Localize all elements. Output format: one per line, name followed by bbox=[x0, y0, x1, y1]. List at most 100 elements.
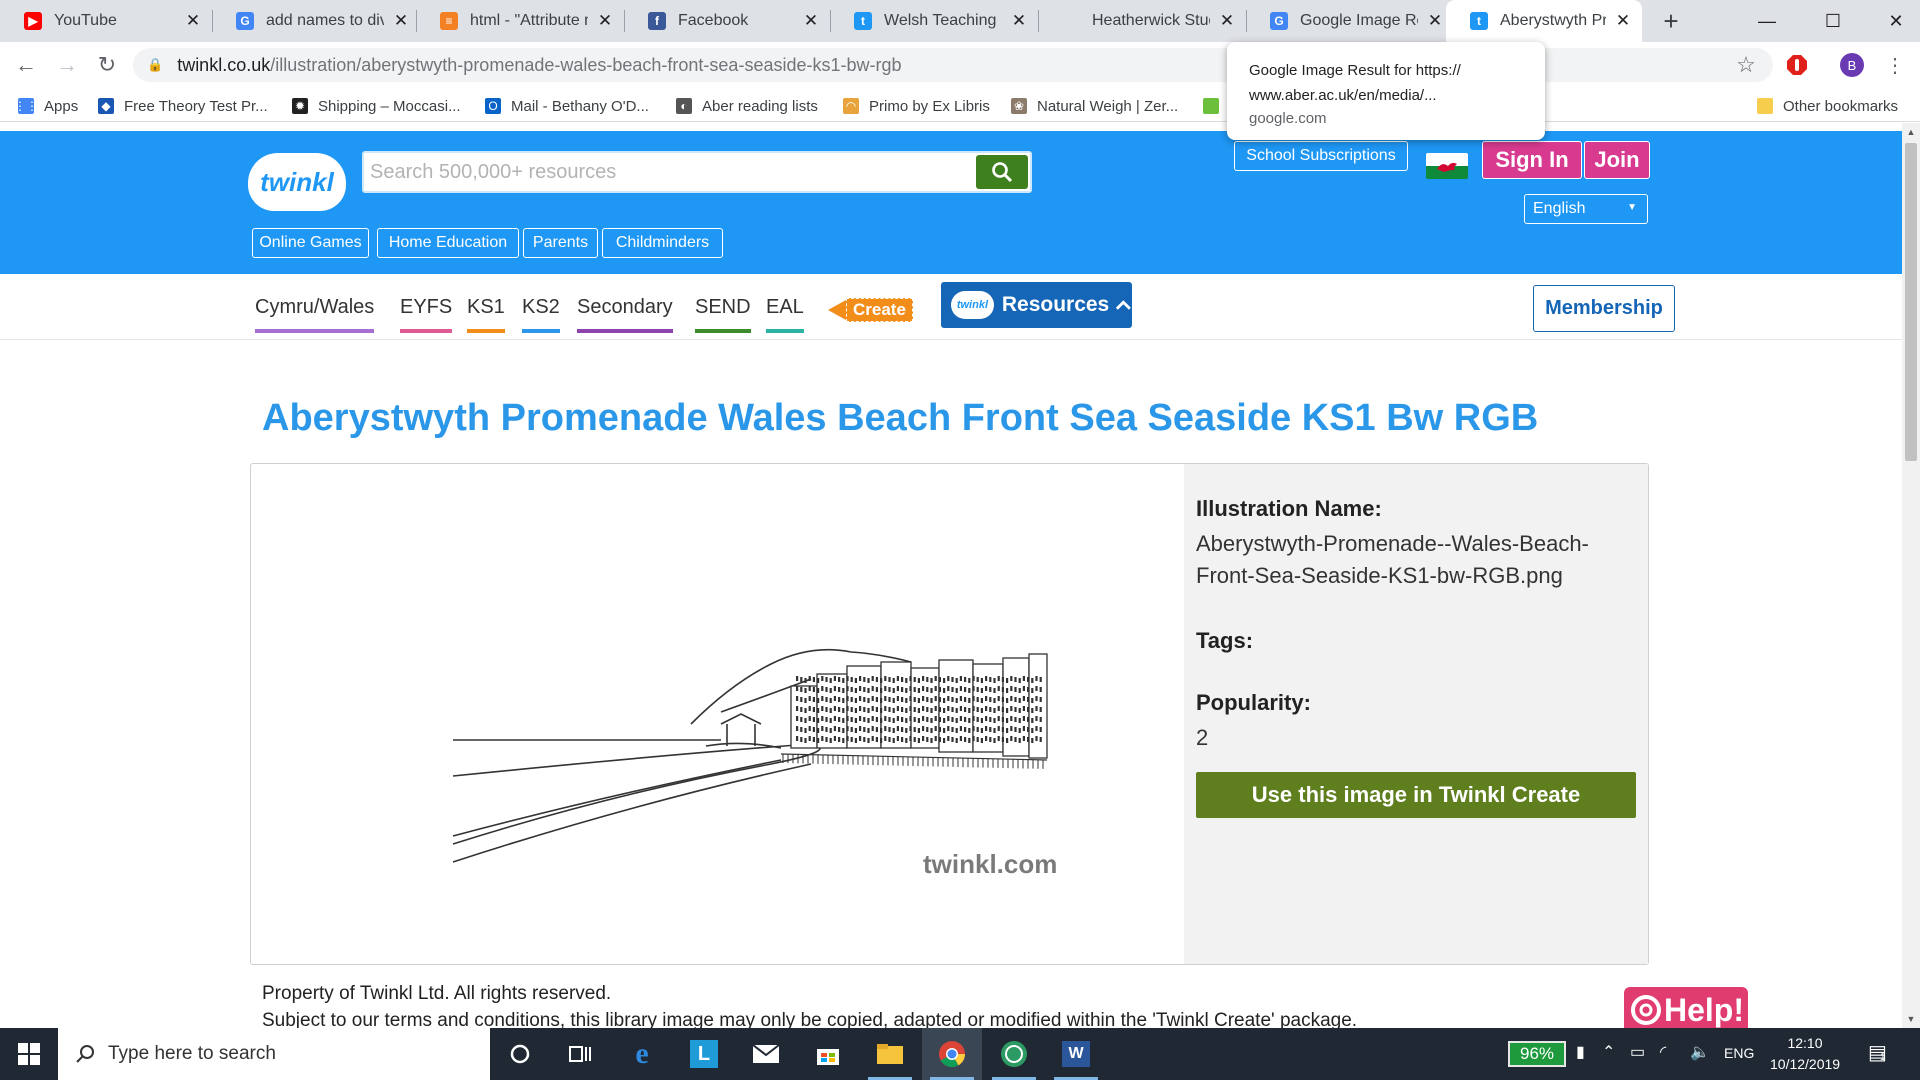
taskbar-search-box[interactable]: Type here to search bbox=[58, 1028, 490, 1080]
scroll-up-arrow-icon[interactable]: ▲ bbox=[1902, 123, 1920, 141]
school-subscriptions-button[interactable]: School Subscriptions bbox=[1234, 141, 1408, 171]
top-link-button[interactable]: Home Education bbox=[377, 228, 519, 258]
building-window bbox=[800, 707, 803, 712]
use-in-twinkl-create-button[interactable]: Use this image in Twinkl Create bbox=[1196, 772, 1636, 818]
nav-tab[interactable]: Cymru/Wales bbox=[255, 296, 375, 333]
nav-tab[interactable]: EAL bbox=[766, 296, 804, 333]
profile-avatar[interactable]: B bbox=[1837, 50, 1867, 80]
close-tab-icon[interactable]: ✕ bbox=[1614, 11, 1632, 30]
taskbar-lync[interactable]: L bbox=[674, 1028, 734, 1080]
nav-tab[interactable]: Secondary bbox=[577, 296, 673, 333]
building-window bbox=[976, 737, 979, 742]
wifi-icon[interactable]: ◜ bbox=[1660, 1042, 1666, 1062]
browser-tab[interactable]: Heatherwick Studi ✕ bbox=[1038, 0, 1246, 42]
search-button[interactable] bbox=[976, 155, 1028, 189]
tab-separator bbox=[1038, 10, 1039, 32]
volume-icon[interactable]: 🔈 bbox=[1690, 1042, 1710, 1062]
top-link-button[interactable]: Parents bbox=[523, 228, 598, 258]
nav-tab[interactable]: KS1 bbox=[467, 296, 505, 333]
top-link-button[interactable]: Childminders bbox=[602, 228, 723, 258]
bookmark-item[interactable]: ⋮⋮ Apps bbox=[14, 95, 78, 117]
close-tab-icon[interactable]: ✕ bbox=[802, 11, 820, 30]
bookmark-green-icon-only[interactable] bbox=[1203, 95, 1229, 117]
close-tab-icon[interactable]: ✕ bbox=[1218, 11, 1236, 30]
bookmark-item[interactable]: ◠ Primo by Ex Libris bbox=[843, 95, 990, 117]
building-window bbox=[943, 678, 946, 683]
other-bookmarks[interactable]: Other bookmarks bbox=[1757, 95, 1898, 117]
bookmark-star-icon[interactable]: ☆ bbox=[1731, 50, 1761, 80]
welsh-flag-icon[interactable] bbox=[1426, 153, 1468, 179]
close-tab-icon[interactable]: ✕ bbox=[1426, 11, 1444, 30]
action-center-button[interactable]: ▤ 1 bbox=[1868, 1040, 1887, 1065]
chrome-menu-icon[interactable]: ⋮ bbox=[1880, 50, 1910, 80]
taskbar-file-explorer[interactable] bbox=[860, 1028, 920, 1080]
show-hidden-icons-chevron-icon[interactable]: ⌃ bbox=[1602, 1042, 1615, 1062]
close-tab-icon[interactable]: ✕ bbox=[1010, 11, 1028, 30]
taskbar-edge[interactable]: e bbox=[612, 1028, 672, 1080]
browser-tab[interactable]: t Aberystwyth Prom ✕ bbox=[1446, 0, 1642, 42]
bookmark-item[interactable]: ◆ Free Theory Test Pr... bbox=[98, 95, 268, 117]
bookmarks-bar: ⋮⋮ Apps ◆ Free Theory Test Pr... ✹ Shipping –… bbox=[0, 88, 1920, 122]
power-plug-icon[interactable]: ▮ bbox=[1576, 1042, 1585, 1062]
new-tab-button[interactable]: + bbox=[1656, 6, 1686, 36]
help-button[interactable]: Help! bbox=[1624, 987, 1748, 1028]
building-window bbox=[1039, 717, 1042, 722]
taskbar-green-app[interactable] bbox=[984, 1028, 1044, 1080]
close-tab-icon[interactable]: ✕ bbox=[596, 11, 614, 30]
taskbar-mail[interactable] bbox=[736, 1028, 796, 1080]
close-tab-icon[interactable]: ✕ bbox=[184, 11, 202, 30]
top-link-button[interactable]: Online Games bbox=[252, 228, 369, 258]
scroll-down-arrow-icon[interactable]: ▼ bbox=[1902, 1010, 1920, 1028]
page-scrollbar[interactable]: ▲ ▼ bbox=[1902, 123, 1920, 1028]
membership-button[interactable]: Membership bbox=[1533, 285, 1675, 332]
browser-tab[interactable]: ▶ YouTube ✕ bbox=[0, 0, 212, 42]
bookmark-item[interactable]: ✹ Shipping – Moccasi... bbox=[292, 95, 461, 117]
building-window bbox=[875, 687, 878, 692]
language-select[interactable]: English ▼ bbox=[1524, 194, 1648, 224]
building-window bbox=[896, 716, 899, 721]
building-window bbox=[930, 718, 933, 723]
search-input[interactable] bbox=[370, 157, 970, 187]
close-window-button[interactable]: ✕ bbox=[1876, 6, 1916, 36]
browser-tab[interactable]: ≡ html - "Attribute n ✕ bbox=[416, 0, 624, 42]
browser-tab[interactable]: t Welsh Teaching Re ✕ bbox=[830, 0, 1038, 42]
building-window bbox=[854, 708, 857, 713]
building-window bbox=[838, 687, 841, 692]
join-button[interactable]: Join bbox=[1584, 141, 1650, 179]
adblock-extension-icon[interactable] bbox=[1782, 50, 1812, 80]
illustration-file-name-line1: Aberystwyth-Promenade--Wales-Beach- bbox=[1196, 531, 1589, 556]
start-button[interactable] bbox=[0, 1028, 58, 1080]
reload-button[interactable]: ↻ bbox=[91, 49, 123, 81]
scroll-thumb[interactable] bbox=[1905, 143, 1917, 461]
taskbar-chrome[interactable] bbox=[922, 1028, 982, 1080]
taskbar-word[interactable]: W bbox=[1046, 1028, 1106, 1080]
task-view-button[interactable] bbox=[550, 1028, 610, 1080]
create-tab[interactable]: Create bbox=[828, 297, 913, 323]
building-window bbox=[997, 686, 1000, 691]
twinkl-logo[interactable]: twinkl bbox=[248, 153, 346, 211]
battery-indicator[interactable]: 96% bbox=[1508, 1041, 1566, 1067]
browser-tab[interactable]: Gadd names to divs ✕ bbox=[212, 0, 420, 42]
bookmark-item[interactable]: ◐ Aber reading lists bbox=[676, 95, 818, 117]
nav-tab[interactable]: KS2 bbox=[522, 296, 560, 333]
building-window bbox=[796, 716, 799, 721]
battery-icon[interactable]: ▭ bbox=[1630, 1042, 1645, 1062]
building-window bbox=[989, 687, 992, 692]
nav-tab[interactable]: SEND bbox=[695, 296, 751, 333]
sign-in-button[interactable]: Sign In bbox=[1482, 141, 1582, 179]
minimize-button[interactable]: — bbox=[1747, 6, 1787, 36]
nav-tab[interactable]: EYFS bbox=[400, 296, 453, 333]
maximize-button[interactable]: ☐ bbox=[1813, 6, 1853, 36]
cortana-button[interactable] bbox=[490, 1028, 550, 1080]
browser-tab[interactable]: f Facebook ✕ bbox=[624, 0, 830, 42]
bookmark-item[interactable]: ❀ Natural Weigh | Zer... bbox=[1011, 95, 1178, 117]
taskbar-store[interactable] bbox=[798, 1028, 858, 1080]
forward-button[interactable]: → bbox=[51, 49, 83, 81]
system-clock[interactable]: 12:10 10/12/2019 bbox=[1770, 1033, 1840, 1075]
resources-menu-button[interactable]: twinkl Resources bbox=[941, 282, 1132, 328]
browser-tab[interactable]: G Google Image Res ✕ bbox=[1246, 0, 1454, 42]
close-tab-icon[interactable]: ✕ bbox=[392, 11, 410, 30]
input-language[interactable]: ENG bbox=[1724, 1045, 1754, 1061]
bookmark-item[interactable]: O Mail - Bethany O'D... bbox=[485, 95, 649, 117]
back-button[interactable]: ← bbox=[10, 49, 42, 81]
